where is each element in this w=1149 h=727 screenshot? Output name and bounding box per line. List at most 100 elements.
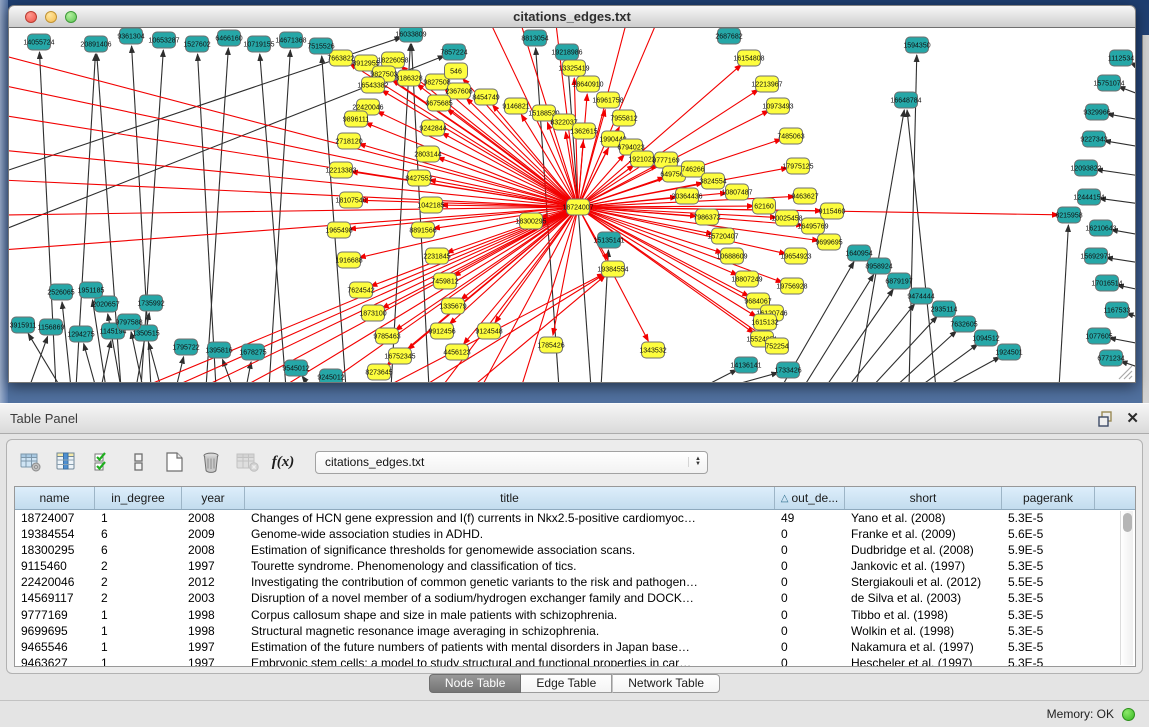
graph-node[interactable]: 6879197 (885, 273, 912, 289)
graph-node[interactable]: 8186328 (395, 70, 422, 86)
cell-out_de[interactable]: 0 (775, 574, 845, 590)
cell-name[interactable]: 9115460 (15, 558, 95, 574)
cell-year[interactable]: 2009 (182, 526, 245, 542)
graph-node[interactable]: 19756928 (776, 278, 807, 294)
cell-pagerank[interactable]: 5.3E-5 (1002, 607, 1095, 623)
cell-year[interactable]: 1997 (182, 655, 245, 666)
graph-node[interactable]: 1594350 (903, 37, 930, 53)
close-panel-icon[interactable]: ✕ (1126, 411, 1139, 426)
graph-node[interactable]: 20364436 (671, 188, 702, 204)
column-header-title[interactable]: title (245, 487, 775, 509)
table-selector-dropdown[interactable]: citations_edges.txt ▲▼ (315, 451, 708, 474)
cell-out_de[interactable]: 0 (775, 542, 845, 558)
graph-node[interactable]: 9146821 (502, 98, 529, 114)
graph-node[interactable]: 1167533 (1104, 302, 1131, 318)
graph-node[interactable]: 8273645 (365, 364, 392, 380)
graph-node[interactable]: 18107540 (335, 192, 366, 208)
scrollbar-thumb[interactable] (1123, 513, 1132, 532)
graph-node[interactable]: 20891406 (80, 36, 111, 52)
graph-node[interactable]: 1951185 (78, 282, 105, 298)
cell-pagerank[interactable]: 5.3E-5 (1002, 510, 1095, 526)
graph-node[interactable]: 19654923 (780, 248, 811, 264)
graph-node[interactable]: 9545012 (282, 360, 309, 376)
cell-name[interactable]: 18724007 (15, 510, 95, 526)
graph-node[interactable]: 1077605 (1085, 328, 1112, 344)
graph-node[interactable]: 9896111 (343, 111, 369, 127)
cell-short[interactable]: Dudbridge et al. (2008) (845, 542, 1002, 558)
collapsed-side-panel-edge[interactable] (1142, 35, 1149, 403)
table-row[interactable]: 946554611997Estimation of the future num… (15, 639, 1119, 655)
graph-node[interactable]: 12444154 (1073, 189, 1104, 205)
table-vertical-scrollbar[interactable] (1120, 511, 1133, 665)
graph-node[interactable]: 746266 (681, 161, 704, 177)
graph-node[interactable]: 7632605 (950, 316, 977, 332)
graph-node[interactable]: 18807249 (731, 271, 762, 287)
cell-title[interactable]: Estimation of the future numbers of pati… (245, 639, 775, 655)
network-graph[interactable]: 1872400776638228912955182260589827503165… (9, 28, 1135, 382)
table-row[interactable]: 2242004622012Investigating the contribut… (15, 574, 1119, 590)
tab-node-table[interactable]: Node Table (429, 674, 522, 693)
graph-node[interactable]: 16033809 (395, 28, 426, 42)
cell-in_degree[interactable]: 2 (95, 574, 182, 590)
graph-node[interactable]: 7515526 (307, 38, 334, 54)
cell-pagerank[interactable]: 5.9E-5 (1002, 542, 1095, 558)
cell-in_degree[interactable]: 2 (95, 590, 182, 606)
graph-node[interactable]: 7624542 (347, 282, 374, 298)
cell-short[interactable]: Franke et al. (2009) (845, 526, 1002, 542)
graph-node[interactable]: 8427552 (405, 170, 432, 186)
cell-title[interactable]: Genome-wide association studies in ADHD. (245, 526, 775, 542)
cell-name[interactable]: 19384554 (15, 526, 95, 542)
graph-node[interactable]: 19384554 (597, 261, 628, 277)
cell-in_degree[interactable]: 1 (95, 655, 182, 666)
column-header-in_degree[interactable]: in_degree (95, 487, 182, 509)
graph-node[interactable]: 2687682 (715, 28, 742, 44)
cell-title[interactable]: Changes of HCN gene expression and I(f) … (245, 510, 775, 526)
cell-name[interactable]: 22420046 (15, 574, 95, 590)
cell-short[interactable]: Yano et al. (2008) (845, 510, 1002, 526)
cell-name[interactable]: 9777169 (15, 607, 95, 623)
cell-title[interactable]: Estimation of significance thresholds fo… (245, 542, 775, 558)
cell-in_degree[interactable]: 1 (95, 623, 182, 639)
cell-out_de[interactable]: 49 (775, 510, 845, 526)
table-row[interactable]: 1456911722003Disruption of a novel membe… (15, 590, 1119, 606)
graph-node[interactable]: 7485063 (777, 128, 804, 144)
cell-in_degree[interactable]: 1 (95, 639, 182, 655)
graph-node[interactable]: 8215958 (1055, 207, 1082, 223)
graph-node[interactable]: 14671368 (275, 32, 306, 48)
graph-node[interactable]: 8454749 (472, 89, 499, 105)
graph-node[interactable]: 1785426 (537, 337, 564, 353)
maximize-window-button[interactable] (65, 11, 77, 23)
function-builder-icon[interactable]: f(x) (271, 449, 295, 475)
graph-node[interactable]: 1795722 (172, 339, 199, 355)
graph-node[interactable]: 1735992 (137, 295, 164, 311)
graph-node[interactable]: 3915911 (10, 317, 37, 333)
cell-in_degree[interactable]: 6 (95, 542, 182, 558)
graph-node[interactable]: 8958924 (865, 258, 892, 274)
cell-year[interactable]: 1997 (182, 639, 245, 655)
graph-node[interactable]: 10653287 (148, 32, 179, 48)
table-row[interactable]: 1938455462009Genome-wide association stu… (15, 526, 1119, 542)
table-row[interactable]: 911546021997Tourette syndrome. Phenomeno… (15, 558, 1119, 574)
graph-node[interactable]: 1733426 (774, 362, 801, 378)
float-panel-icon[interactable] (1098, 411, 1114, 427)
cell-year[interactable]: 2008 (182, 542, 245, 558)
graph-node[interactable]: 2231845 (423, 248, 450, 264)
graph-node[interactable]: 1094512 (972, 330, 999, 346)
graph-node[interactable]: 9245012 (317, 369, 344, 382)
cell-name[interactable]: 9463627 (15, 655, 95, 666)
cell-title[interactable]: Corpus callosum shape and size in male p… (245, 607, 775, 623)
graph-node[interactable]: 9361304 (117, 28, 144, 44)
table-options-icon[interactable] (19, 449, 43, 475)
graph-node[interactable]: 1916688 (335, 252, 362, 268)
graph-node[interactable]: 1112534 (1108, 50, 1134, 66)
cell-year[interactable]: 2003 (182, 590, 245, 606)
graph-node[interactable]: 752254 (765, 338, 788, 354)
graph-node[interactable]: 15692971 (1080, 248, 1111, 264)
graph-node[interactable]: 15720407 (707, 228, 738, 244)
show-columns-icon[interactable] (55, 449, 79, 475)
cell-in_degree[interactable]: 1 (95, 510, 182, 526)
graph-node[interactable]: 9242844 (419, 120, 446, 136)
column-header-short[interactable]: short (845, 487, 1002, 509)
cell-pagerank[interactable]: 5.5E-5 (1002, 574, 1095, 590)
column-header-pagerank[interactable]: pagerank (1002, 487, 1095, 509)
